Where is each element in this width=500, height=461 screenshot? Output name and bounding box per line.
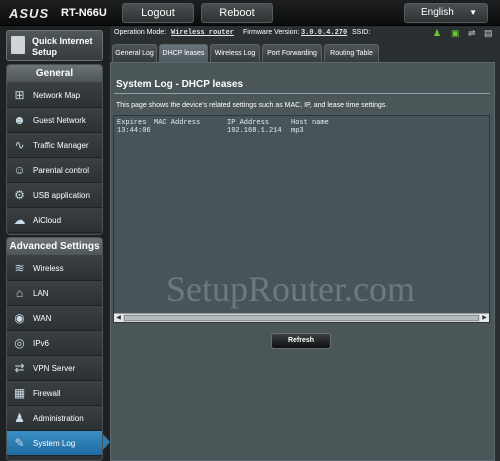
log-col-ip: IP Address	[227, 119, 270, 127]
operation-mode-label: Operation Mode:	[114, 29, 167, 36]
sidebar-item-network-map[interactable]: ⊞ Network Map	[7, 83, 102, 108]
general-menu-header: General	[7, 65, 102, 83]
page-title: System Log - DHCP leases	[116, 79, 244, 90]
operation-mode-link[interactable]: Wireless router	[171, 29, 234, 37]
advanced-settings-menu: Advanced Settings ≋ Wireless ⌂ LAN ◉ WAN…	[6, 237, 103, 461]
sidebar-item-label: Wireless	[33, 264, 64, 273]
general-menu: General ⊞ Network Map ☻ Guest Network ∿ …	[6, 64, 103, 235]
cloud-icon: ☁	[13, 213, 26, 227]
language-select[interactable]: English ▼	[404, 3, 488, 23]
wan-icon: ◉	[14, 311, 25, 325]
scroll-thumb[interactable]	[124, 315, 479, 321]
sidebar-item-lan[interactable]: ⌂ LAN	[7, 281, 102, 306]
lan-icon: ⌂	[15, 286, 24, 300]
sidebar-item-system-log[interactable]: ✎ System Log	[7, 431, 102, 456]
language-value: English	[421, 7, 454, 18]
router-admin-page: ASUS RT-N66U Logout Reboot English ▼ Qui…	[0, 0, 500, 461]
tab-wireless-log[interactable]: Wireless Log	[210, 44, 260, 62]
firmware-link[interactable]: 3.0.0.4.270	[301, 29, 347, 37]
firmware-label: Firmware Version:	[243, 29, 300, 36]
dhcp-log-textarea[interactable]: Expires MAC Address IP Address Host name…	[113, 115, 490, 323]
log-col-mac: MAC Address	[154, 119, 201, 127]
sidebar-item-firewall[interactable]: ▦ Firewall	[7, 381, 102, 406]
firewall-icon: ▦	[13, 386, 26, 400]
log-tabs: General Log DHCP leases Wireless Log Por…	[110, 44, 500, 62]
log-row-expires: 13:44:06	[117, 127, 151, 135]
reboot-button[interactable]: Reboot	[201, 3, 273, 23]
scroll-left-icon[interactable]: ◀	[114, 314, 123, 322]
sidebar-item-label: Traffic Manager	[33, 141, 89, 150]
sidebar-item-wan[interactable]: ◉ WAN	[7, 306, 102, 331]
sidebar-item-label: WAN	[33, 314, 52, 323]
active-item-arrow	[103, 434, 110, 450]
page-description: This page shows the device's related set…	[116, 102, 388, 109]
sidebar-item-label: Network Map	[33, 91, 81, 100]
administration-icon: ♟	[14, 411, 25, 425]
tab-routing-table[interactable]: Routing Table	[324, 44, 379, 62]
wireless-icon: ≋	[14, 261, 25, 275]
sidebar-item-usb-application[interactable]: ⚙ USB application	[7, 183, 102, 208]
sidebar-item-vpn-server[interactable]: ⇄ VPN Server	[7, 356, 102, 381]
tab-port-forwarding[interactable]: Port Forwarding	[262, 44, 322, 62]
user-status-icon[interactable]: ♟	[433, 28, 443, 38]
sidebar-item-ipv6[interactable]: ◎ IPv6	[7, 331, 102, 356]
sidebar: Quick Internet Setup General ⊞ Network M…	[0, 26, 110, 461]
quick-setup-icon	[11, 36, 25, 54]
sidebar-item-label: USB application	[33, 191, 90, 200]
usb-status-icon[interactable]: ⇌	[468, 28, 478, 38]
log-content: Expires MAC Address IP Address Host name…	[117, 119, 329, 199]
asus-logo: ASUS	[9, 6, 50, 21]
system-log-icon: ✎	[14, 436, 25, 450]
ipv6-icon: ◎	[14, 336, 25, 350]
internet-status-icon[interactable]: ▣	[451, 28, 461, 38]
scroll-right-icon[interactable]: ▶	[480, 314, 489, 322]
sidebar-item-aicloud[interactable]: ☁ AiCloud	[7, 208, 102, 233]
usb-icon: ⚙	[14, 188, 25, 202]
guest-network-icon: ☻	[13, 113, 26, 127]
sidebar-item-label: Parental control	[33, 166, 90, 175]
sidebar-item-traffic-manager[interactable]: ∿ Traffic Manager	[7, 133, 102, 158]
parental-control-icon: ☺	[13, 163, 26, 177]
sidebar-item-guest-network[interactable]: ☻ Guest Network	[7, 108, 102, 133]
log-col-hostname: Host name	[291, 119, 329, 127]
model-name: RT-N66U	[61, 7, 107, 19]
traffic-manager-icon: ∿	[14, 138, 25, 152]
logout-button[interactable]: Logout	[122, 3, 194, 23]
sidebar-item-administration[interactable]: ♟ Administration	[7, 406, 102, 431]
printer-status-icon[interactable]: ▤	[484, 28, 494, 38]
quick-internet-setup-button[interactable]: Quick Internet Setup	[6, 30, 103, 61]
top-bar: ASUS RT-N66U Logout Reboot English ▼	[0, 0, 500, 26]
log-row-hostname: mp3	[291, 127, 304, 135]
log-row-ip: 192.168.1.214	[227, 127, 282, 135]
vpn-icon: ⇄	[14, 361, 25, 375]
sidebar-item-label: LAN	[33, 289, 49, 298]
title-divider	[114, 93, 490, 94]
sidebar-item-label: VPN Server	[33, 364, 76, 373]
sidebar-item-label: IPv6	[33, 339, 50, 348]
quick-setup-label: Quick Internet Setup	[32, 36, 93, 57]
sidebar-item-label: Administration	[33, 414, 84, 423]
sidebar-item-label: Guest Network	[33, 116, 86, 125]
sidebar-item-label: System Log	[33, 439, 76, 448]
status-bar: Operation Mode: Wireless router Firmware…	[110, 26, 500, 42]
log-col-expires: Expires	[117, 119, 147, 127]
sidebar-item-label: Firewall	[33, 389, 61, 398]
refresh-button[interactable]: Refresh	[271, 333, 331, 349]
tab-general-log[interactable]: General Log	[112, 44, 157, 62]
horizontal-scrollbar[interactable]: ◀ ▶	[114, 313, 489, 322]
tab-dhcp-leases[interactable]: DHCP leases	[159, 44, 208, 62]
chevron-down-icon: ▼	[469, 8, 477, 17]
advanced-settings-header: Advanced Settings	[7, 238, 102, 256]
sidebar-item-label: AiCloud	[33, 216, 62, 225]
content-panel: System Log - DHCP leases This page shows…	[110, 62, 495, 461]
network-map-icon: ⊞	[14, 88, 25, 102]
sidebar-item-parental-control[interactable]: ☺ Parental control	[7, 158, 102, 183]
sidebar-item-wireless[interactable]: ≋ Wireless	[7, 256, 102, 281]
ssid-label: SSID:	[352, 29, 371, 36]
